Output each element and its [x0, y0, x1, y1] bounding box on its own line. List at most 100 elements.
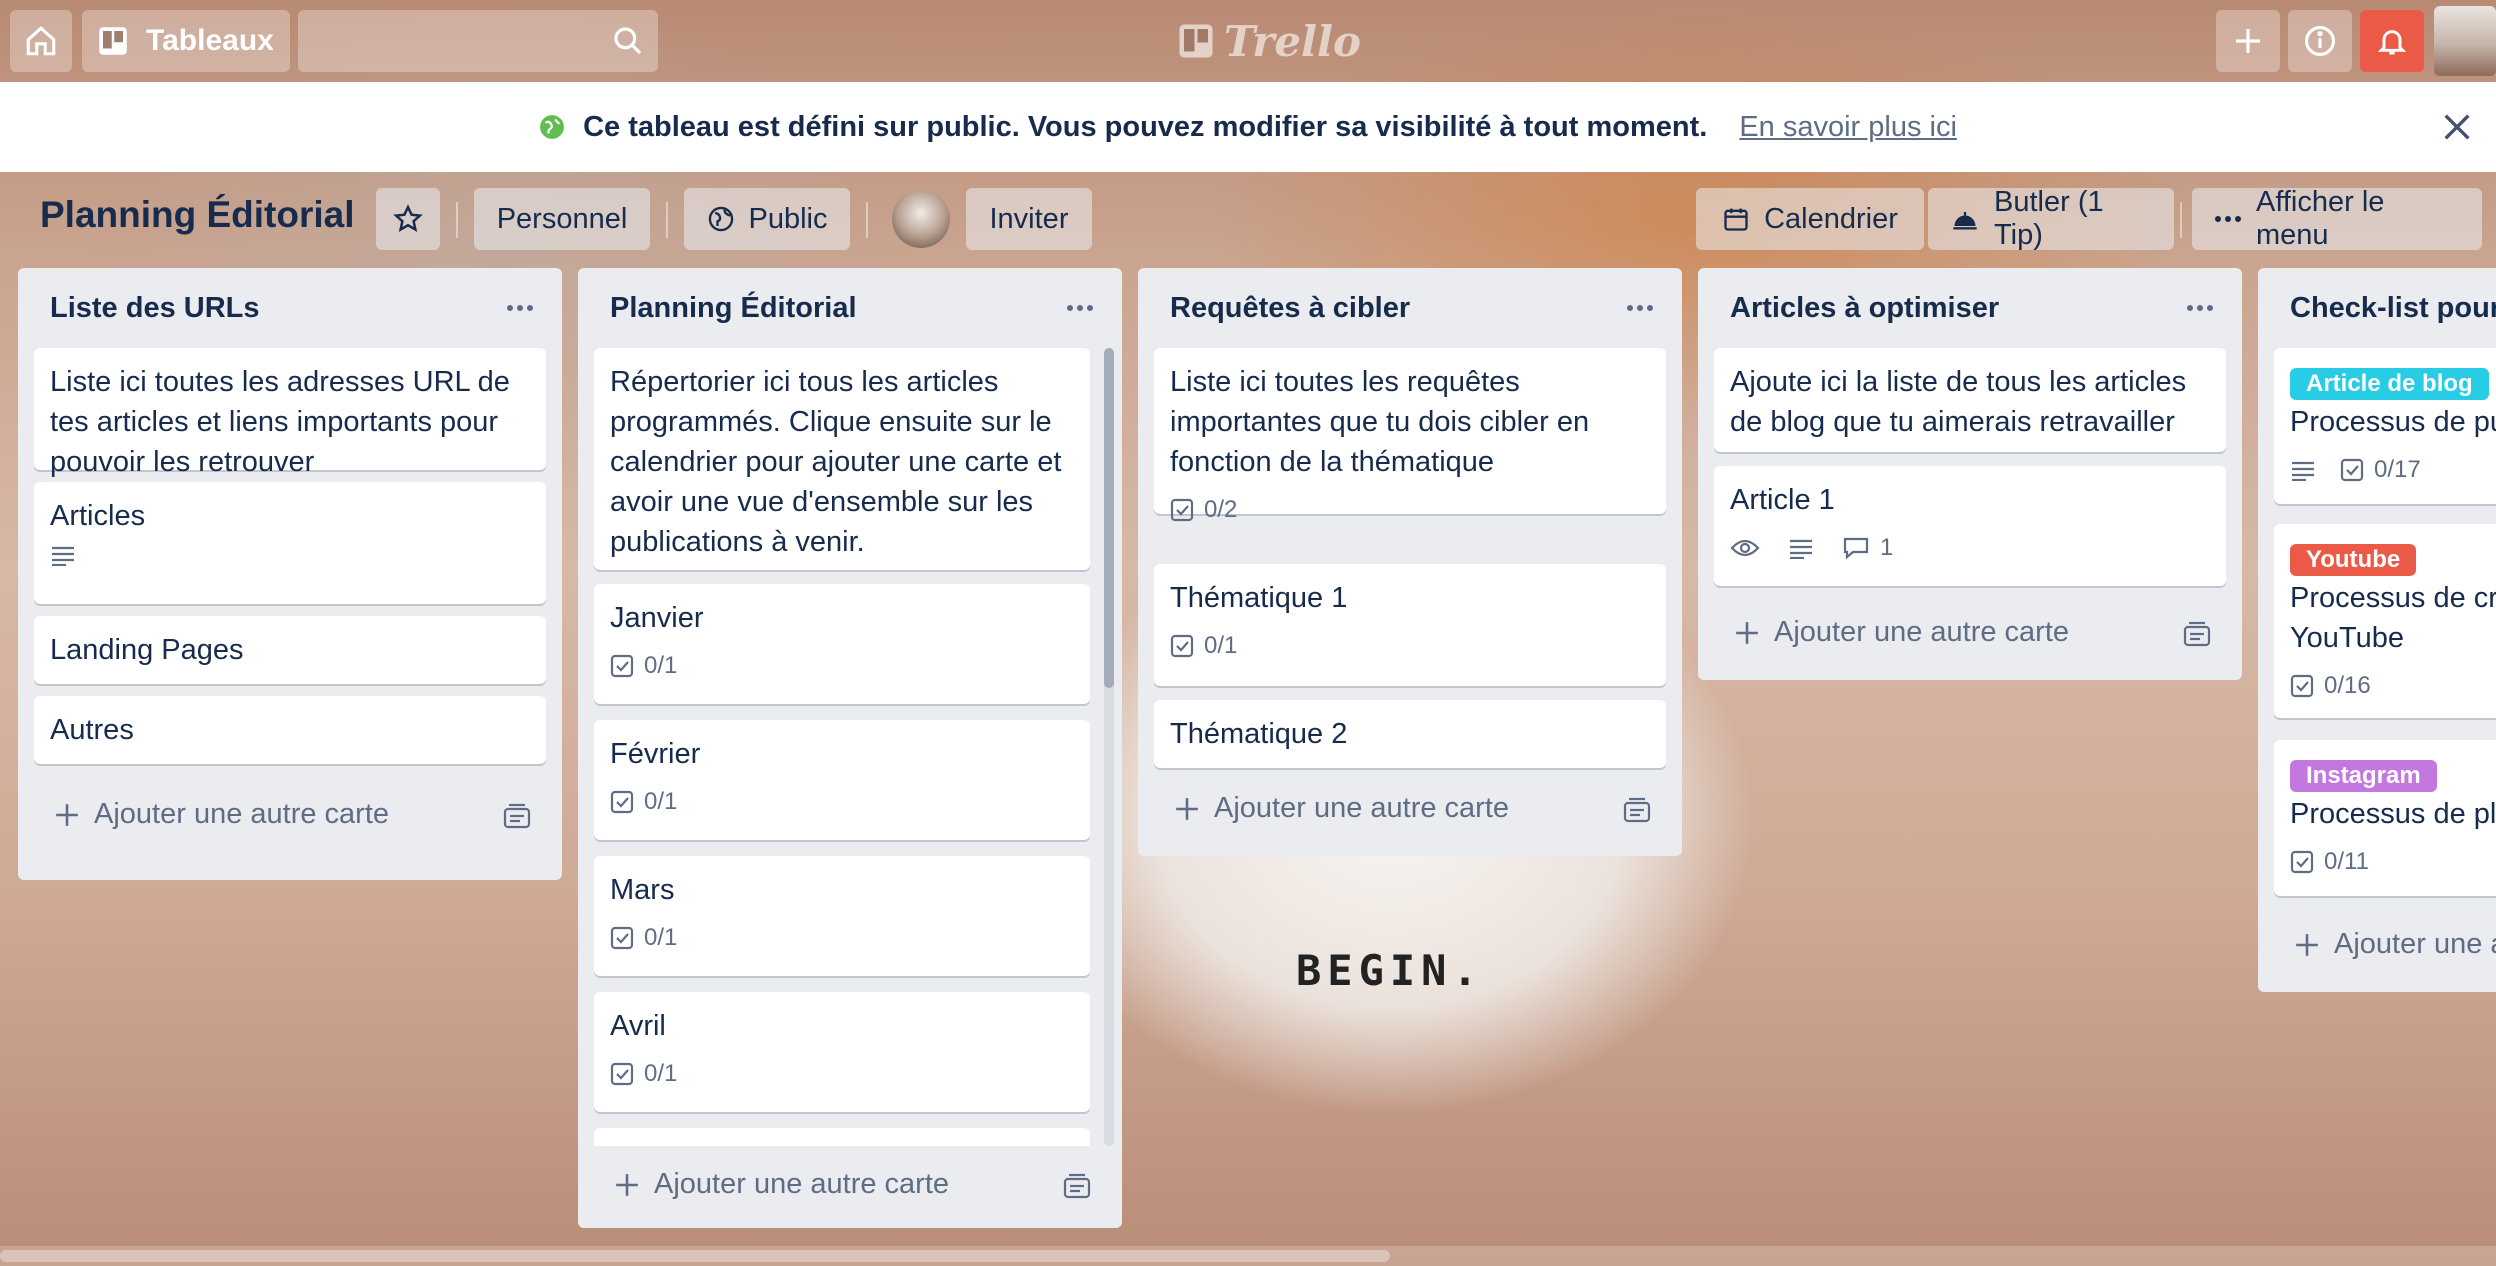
card-title: Landing Pages — [50, 634, 244, 666]
list-title[interactable]: Check-list pour — [2290, 292, 2496, 325]
card-title: Articles — [50, 500, 146, 532]
show-menu-button[interactable]: Afficher le menu — [2192, 186, 2482, 251]
list-scrollbar[interactable] — [1104, 348, 1114, 1146]
checklist-count: 0/2 — [1204, 496, 1238, 523]
card[interactable]: Article de blog Processus de pu 0/17 — [2274, 348, 2496, 504]
card[interactable]: Répertorier ici tous les articles progra… — [594, 348, 1090, 570]
description-icon — [2290, 459, 2316, 481]
star-icon — [393, 204, 423, 234]
add-card-label: Ajouter une autre carte — [1774, 616, 2070, 648]
card[interactable]: Instagram Processus de pl 0/11 — [2274, 740, 2496, 896]
user-avatar[interactable] — [2434, 6, 2496, 76]
team-label: Personnel — [496, 202, 628, 235]
add-card-label: Ajouter une autre carte — [1214, 792, 1510, 824]
list-title[interactable]: Liste des URLs — [50, 292, 260, 325]
card-template-icon[interactable] — [1620, 794, 1654, 828]
home-icon — [24, 24, 58, 58]
calendar-button[interactable]: Calendrier — [1696, 188, 1924, 250]
create-button[interactable] — [2216, 10, 2280, 72]
list-liste-des-urls[interactable]: Liste des URLs Liste ici toutes les adre… — [18, 268, 562, 880]
invite-button[interactable]: Inviter — [966, 188, 1092, 250]
checklist-count: 0/16 — [2324, 672, 2371, 699]
checklist-badge: 0/11 — [2290, 842, 2369, 882]
checklist-icon — [610, 1062, 634, 1086]
card-template-icon[interactable] — [500, 800, 534, 834]
card[interactable]: Youtube Processus de cr YouTube 0/16 — [2274, 524, 2496, 718]
checklist-count: 0/1 — [1204, 632, 1238, 659]
board-title[interactable]: Planning Éditorial — [40, 194, 355, 236]
list-cards-scroll[interactable]: Répertorier ici tous les articles progra… — [578, 348, 1122, 1146]
card[interactable]: Liste ici toutes les requêtes importante… — [1154, 348, 1666, 523]
card[interactable]: Autres — [34, 696, 546, 764]
notifications-button[interactable] — [2360, 10, 2424, 72]
list-menu-icon[interactable] — [1620, 290, 1660, 326]
add-card-button[interactable]: Ajouter une autre carte — [1174, 792, 1509, 825]
search-input[interactable] — [298, 10, 658, 72]
comments-badge: 1 — [1842, 528, 1893, 568]
board-scrollbar-thumb[interactable] — [0, 1250, 1390, 1262]
boards-label: Tableaux — [146, 24, 274, 57]
add-card-button[interactable]: Ajouter une autre carte — [54, 798, 389, 831]
card[interactable]: Landing Pages — [34, 616, 546, 684]
card[interactable]: Thématique 2 — [1154, 700, 1666, 768]
list-articles-a-optimiser[interactable]: Articles à optimiser Ajoute ici la liste… — [1698, 268, 2242, 680]
banner-learn-more-link[interactable]: En savoir plus ici — [1739, 111, 1957, 144]
list-menu-icon[interactable] — [1060, 290, 1100, 326]
card[interactable]: Ajoute ici la liste de tous les articles… — [1714, 348, 2226, 452]
calendar-icon — [1722, 205, 1750, 233]
star-board-button[interactable] — [376, 188, 440, 250]
card[interactable]: Mars 0/1 — [594, 856, 1090, 976]
search-icon — [612, 25, 644, 57]
close-icon[interactable] — [2436, 106, 2478, 148]
top-bar: Tableaux Trello — [0, 0, 2496, 82]
card-title: Processus de pl — [2290, 798, 2496, 830]
member-avatar[interactable] — [892, 190, 950, 248]
boards-button[interactable]: Tableaux — [82, 10, 290, 72]
list-title[interactable]: Planning Éditorial — [610, 292, 857, 325]
checklist-badge: 0/1 — [610, 646, 677, 686]
card[interactable]: Liste ici toutes les adresses URL de tes… — [34, 348, 546, 478]
card[interactable]: Thématique 1 0/1 — [1154, 564, 1666, 686]
list-scrollbar-thumb[interactable] — [1104, 348, 1114, 688]
board-horizontal-scrollbar[interactable] — [0, 1246, 2496, 1266]
card-partial[interactable] — [594, 1128, 1090, 1146]
card[interactable]: Article 1 1 — [1714, 466, 2226, 586]
card-title: Ajoute ici la liste de tous les articles… — [1730, 366, 2187, 438]
trello-logo[interactable]: Trello — [1178, 16, 1361, 66]
card[interactable]: Articles — [34, 482, 546, 604]
card[interactable]: Février 0/1 — [594, 720, 1090, 840]
add-card-button[interactable]: Ajouter une autre carte — [1734, 616, 2069, 649]
butler-button[interactable]: Butler (1 Tip) — [1928, 186, 2174, 251]
checklist-count: 0/1 — [644, 1060, 678, 1087]
checklist-icon — [2290, 674, 2314, 698]
list-menu-icon[interactable] — [500, 290, 540, 326]
checklist-badge: 0/1 — [610, 782, 677, 822]
card-template-icon[interactable] — [1060, 1170, 1094, 1204]
list-requetes-a-cibler[interactable]: Requêtes à cibler Liste ici toutes les r… — [1138, 268, 1682, 856]
card-title: Autres — [50, 714, 134, 746]
info-icon — [2303, 24, 2337, 58]
bell-icon — [2376, 25, 2408, 57]
visibility-button[interactable]: Public — [684, 188, 850, 250]
card-title: Répertorier ici tous les articles progra… — [610, 366, 1062, 558]
list-check-list[interactable]: Check-list pour Article de blog Processu… — [2258, 268, 2496, 992]
checklist-icon — [610, 654, 634, 678]
header-divider — [866, 202, 868, 238]
card[interactable]: Janvier 0/1 — [594, 584, 1090, 704]
calendar-label: Calendrier — [1764, 202, 1898, 235]
globe-icon — [707, 205, 735, 233]
list-menu-icon[interactable] — [2180, 290, 2220, 326]
team-button[interactable]: Personnel — [474, 188, 650, 250]
list-title[interactable]: Articles à optimiser — [1730, 292, 1999, 325]
add-card-button[interactable]: Ajouter une a — [2294, 928, 2496, 961]
boards-icon — [98, 26, 128, 56]
info-button[interactable] — [2288, 10, 2352, 72]
header-divider — [456, 202, 458, 238]
home-button[interactable] — [10, 10, 72, 72]
card[interactable]: Avril 0/1 — [594, 992, 1090, 1112]
add-card-label: Ajouter une a — [2334, 928, 2496, 960]
list-planning-editorial[interactable]: Planning Éditorial Répertorier ici tous … — [578, 268, 1122, 1228]
list-title[interactable]: Requêtes à cibler — [1170, 292, 1410, 325]
add-card-button[interactable]: Ajouter une autre carte — [614, 1168, 949, 1201]
card-template-icon[interactable] — [2180, 618, 2214, 652]
